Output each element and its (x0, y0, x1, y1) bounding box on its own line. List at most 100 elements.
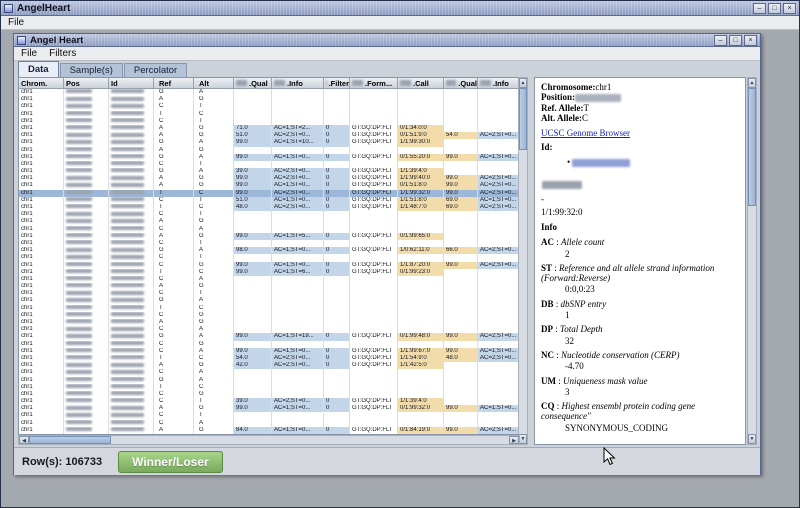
table-row[interactable]: chr1CG99.0AC=1;ST=0...0GT:GQ:DP:FLT1/1:8… (19, 262, 519, 269)
winner-loser-button[interactable]: Winner/Loser (118, 451, 223, 473)
column-header-alt[interactable]: Alt (194, 78, 234, 89)
table-row[interactable]: chr1CT (19, 211, 519, 218)
cell-alt: T (194, 398, 234, 405)
cell-pos-redacted (64, 254, 109, 261)
table-row[interactable]: chr1AG (19, 218, 519, 225)
cell-alt: G (194, 262, 234, 269)
frame-maximize-icon[interactable]: □ (729, 35, 742, 46)
table-vscrollbar[interactable]: ▲ ▼ (518, 77, 528, 445)
maximize-icon[interactable]: □ (768, 3, 781, 14)
table-row[interactable]: chr1AG51.0AC=2;ST=0...0GT:GQ:DP:FLT0/1:5… (19, 132, 519, 139)
table-row[interactable]: chr1GA (19, 297, 519, 304)
table-row[interactable]: chr1TC (19, 384, 519, 391)
column-header-qual[interactable]: .Qual (234, 78, 272, 89)
table-row[interactable]: chr1AG99.0AC=1;ST=0...0GT:GQ:DP:FLT0/1:5… (19, 182, 519, 189)
close-icon[interactable]: × (783, 3, 796, 14)
table-row[interactable]: chr1CA (19, 276, 519, 283)
menu-file[interactable]: File (21, 48, 37, 59)
scroll-thumb[interactable] (748, 88, 756, 206)
scroll-thumb[interactable] (29, 436, 111, 444)
table-row[interactable]: chr1TC99.0AC=2;ST=0...0GT:GQ:DP:FLT1/1:9… (19, 190, 519, 197)
scroll-up-icon[interactable]: ▲ (519, 78, 527, 88)
table-row[interactable]: chr1CG (19, 391, 519, 398)
scroll-left-icon[interactable]: ◀ (19, 436, 29, 444)
table-row[interactable]: chr1TC48.0AC=2;ST=0...0GT:GQ:DP:FLT1/1:4… (19, 204, 519, 211)
scroll-down-icon[interactable]: ▼ (519, 434, 527, 444)
scroll-down-icon[interactable]: ▼ (748, 434, 756, 444)
column-header-ref[interactable]: Ref (154, 78, 194, 89)
tab-data[interactable]: Data (18, 61, 59, 77)
scroll-track[interactable] (519, 88, 527, 434)
window-titlebar[interactable]: AngelHeart – □ × (1, 1, 799, 16)
table-row[interactable]: chr1AG42.0AC=2;ST=0...0GT:GQ:DP:FLT1/1:4… (19, 362, 519, 369)
table-row[interactable]: chr1CA (19, 326, 519, 333)
table-row[interactable]: chr1AG71.0AC=1;ST=2...0GT:GQ:DP:FLT0/1:3… (19, 125, 519, 132)
table-row[interactable]: chr1AG99.0AC=1;ST=5...0GT:GQ:DP:FLT0/1:9… (19, 233, 519, 240)
table-row[interactable]: chr1TC54.0AC=2;ST=0...0GT:GQ:DP:FLT1/1:5… (19, 355, 519, 362)
column-header-chrom[interactable]: Chrom. (19, 78, 64, 89)
table-row[interactable]: chr1CA (19, 226, 519, 233)
cell-id-redacted (109, 348, 154, 355)
table-row[interactable]: chr1CT (19, 412, 519, 419)
column-header-info[interactable]: .Info (272, 78, 324, 89)
table-row[interactable]: chr1GA99.0AC=1;ST=19...0GT:GQ:DP:FLT0/1:… (19, 333, 519, 340)
cell-qual (234, 276, 272, 283)
detail-id-item[interactable]: • (541, 157, 739, 167)
table-row[interactable]: chr1CT (19, 161, 519, 168)
scroll-track[interactable] (748, 88, 756, 434)
table-row[interactable]: chr1CT (19, 103, 519, 110)
table-row[interactable]: chr1AG (19, 319, 519, 326)
table-row[interactable]: chr1CT (19, 254, 519, 261)
scroll-right-icon[interactable]: ▶ (509, 436, 519, 444)
table-row[interactable]: chr1GA39.0AC=2;ST=0...0GT:GQ:DP:FLT1/1:3… (19, 168, 519, 175)
cell-format (350, 89, 398, 96)
table-row[interactable]: chr1TC (19, 111, 519, 118)
cell-pos-redacted (64, 283, 109, 290)
scroll-track[interactable] (29, 436, 509, 444)
tab-percolator[interactable]: Percolator (124, 63, 187, 77)
table-row[interactable]: chr1GA (19, 89, 519, 96)
scroll-up-icon[interactable]: ▲ (748, 78, 756, 88)
table-row[interactable]: chr1AG84.0AC=1;ST=0...0GT:GQ:DP:FLT0/1:8… (19, 427, 519, 434)
table-row[interactable]: chr1CT (19, 240, 519, 247)
table-row[interactable]: chr1CT (19, 118, 519, 125)
table-row[interactable]: chr1CA99.0AC=1;ST=0...0GT:GQ:DP:FLT1/1:9… (19, 348, 519, 355)
cell-chrom: chr1 (19, 154, 64, 161)
table-row[interactable]: chr1AG (19, 96, 519, 103)
table-row[interactable]: chr1GA98.0AC=1;ST=0...0GT:GQ:DP:FLT1/0:6… (19, 247, 519, 254)
column-header-call[interactable]: .Call (398, 78, 444, 89)
table-row[interactable]: chr1AG99.0AC=2;ST=0...0GT:GQ:DP:FLT1/1:9… (19, 175, 519, 182)
table-row[interactable]: chr1TC (19, 305, 519, 312)
scroll-thumb[interactable] (519, 88, 527, 150)
column-header-info[interactable]: .Info (478, 78, 519, 89)
frame-close-icon[interactable]: × (744, 35, 757, 46)
frame-titlebar[interactable]: Angel Heart – □ × (14, 34, 760, 47)
menu-filters[interactable]: Filters (49, 48, 76, 59)
frame-minimize-icon[interactable]: – (714, 35, 727, 46)
table-row[interactable]: chr1GA99.0AC=1;ST=0...0GT:GQ:DP:FLT0/1:5… (19, 154, 519, 161)
minimize-icon[interactable]: – (753, 3, 766, 14)
ucsc-genome-browser-link[interactable]: UCSC Genome Browser (541, 128, 739, 138)
table-row[interactable]: chr1AG99.0AC=1;ST=0...0GT:GQ:DP:FLT0/1:9… (19, 405, 519, 412)
table-row[interactable]: chr1AG (19, 283, 519, 290)
table-row[interactable]: chr1GA99.0AC=1;ST=10...0GT:GQ:DP:FLT1/1:… (19, 139, 519, 146)
table-row[interactable]: chr1CT39.0AC=2;ST=0...0GT:GQ:DP:FLT1/1:3… (19, 398, 519, 405)
table-row[interactable]: chr1CG (19, 341, 519, 348)
table-hscrollbar[interactable]: ◀ ▶ (18, 435, 520, 445)
column-header-form[interactable]: .Form... (350, 78, 398, 89)
tab-samples[interactable]: Sample(s) (60, 63, 123, 77)
column-header-id[interactable]: Id (109, 78, 154, 89)
table-row[interactable]: chr1CA (19, 420, 519, 427)
menu-file[interactable]: File (8, 17, 24, 28)
column-header-filter[interactable]: .Filter (324, 78, 350, 89)
column-header-pos[interactable]: Pos (64, 78, 109, 89)
column-header-qual[interactable]: .Qual (444, 78, 478, 89)
table-row[interactable]: chr1CA (19, 369, 519, 376)
table-row[interactable]: chr1AG (19, 147, 519, 154)
table-row[interactable]: chr1TC99.0AC=1;ST=6...0GT:GQ:DP:FLT0/1:9… (19, 269, 519, 276)
details-vscrollbar[interactable]: ▲ ▼ (747, 77, 757, 445)
table-row[interactable]: chr1CT (19, 290, 519, 297)
table-row[interactable]: chr1CG (19, 312, 519, 319)
table-row[interactable]: chr1CT51.0AC=1;ST=0...0GT:GQ:DP:FLT1/1:5… (19, 197, 519, 204)
table-row[interactable]: chr1GA (19, 377, 519, 384)
